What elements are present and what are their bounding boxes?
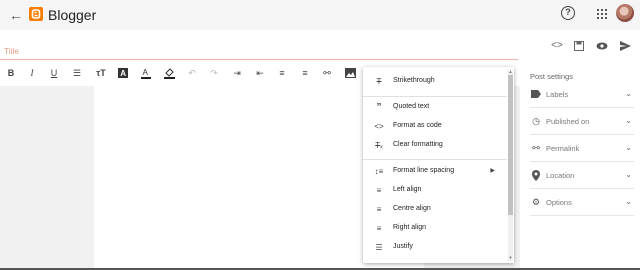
- menu-item-centre-align[interactable]: ≡ Centre align: [363, 201, 507, 219]
- settings-divider: [530, 161, 634, 162]
- html-view-icon[interactable]: <>: [549, 38, 565, 54]
- post-settings-panel: Post settings Labels ⌄ ◷ Published on ⌄ …: [520, 64, 640, 270]
- scroll-up-icon[interactable]: ▲: [508, 69, 513, 74]
- back-arrow-icon[interactable]: ←: [8, 7, 24, 23]
- settings-item-options[interactable]: ⚙ Options ⌄: [530, 192, 634, 212]
- menu-divider: [363, 159, 507, 160]
- settings-item-labels[interactable]: Labels ⌄: [530, 84, 634, 104]
- menu-item-label: Clear formatting: [393, 141, 443, 148]
- menu-item-clear-formatting[interactable]: Tₓ Clear formatting: [363, 137, 507, 155]
- menu-item-format-line-spacing[interactable]: ↕≡ Format line spacing ▶: [363, 163, 507, 181]
- chevron-down-icon: ⌄: [625, 89, 632, 98]
- menu-item-label: Right align: [393, 224, 427, 231]
- bold-icon[interactable]: B: [4, 66, 18, 80]
- menu-item-label: Strikethrough: [393, 77, 435, 84]
- settings-item-location[interactable]: Location ⌄: [530, 165, 634, 185]
- svg-text:A: A: [120, 69, 126, 78]
- underline-icon[interactable]: U: [47, 66, 61, 80]
- settings-divider: [530, 107, 634, 108]
- menu-item-strikethrough[interactable]: T Strikethrough: [363, 73, 507, 91]
- menu-item-justify[interactable]: ☰ Justify: [363, 239, 507, 257]
- numbered-list-icon[interactable]: ≡: [298, 66, 312, 80]
- bulleted-list-icon[interactable]: ≡: [275, 66, 289, 80]
- help-icon[interactable]: ?: [561, 6, 575, 20]
- font-size-icon[interactable]: τT: [94, 66, 108, 80]
- apps-grid-icon[interactable]: [597, 9, 607, 19]
- clear-format-icon: Tₓ: [375, 141, 383, 150]
- settings-item-published-on[interactable]: ◷ Published on ⌄: [530, 111, 634, 131]
- text-color-icon[interactable]: A: [139, 66, 153, 80]
- preview-eye-icon[interactable]: [594, 38, 610, 54]
- code-icon: <>: [374, 122, 384, 131]
- format-dropdown-menu: T Strikethrough ” Quoted text <> Format …: [363, 67, 514, 263]
- label-icon: [530, 88, 542, 100]
- settings-item-label: Options: [546, 198, 572, 207]
- panel-title: Post settings: [530, 72, 573, 81]
- menu-item-label: Left align: [393, 186, 422, 193]
- menu-item-label: Format as code: [393, 122, 442, 129]
- quote-icon: ”: [376, 102, 382, 113]
- app-header: ← Blogger ?: [0, 0, 640, 30]
- outdent-icon[interactable]: ⇤: [253, 66, 267, 80]
- gear-icon: ⚙: [531, 197, 541, 207]
- menu-item-label: Quoted text: [393, 103, 430, 110]
- undo-icon[interactable]: ↶: [185, 66, 199, 80]
- submenu-arrow-icon: ▶: [490, 168, 495, 174]
- svg-text:A: A: [143, 68, 149, 77]
- link-icon: ⚯: [532, 143, 540, 153]
- avatar[interactable]: [616, 4, 634, 22]
- post-title-input[interactable]: [0, 44, 518, 60]
- menu-item-label: Format line spacing: [393, 167, 455, 174]
- menu-scrollbar-thumb[interactable]: [508, 75, 513, 215]
- scroll-down-icon[interactable]: ▼: [508, 255, 513, 260]
- highlight-icon[interactable]: [162, 66, 176, 80]
- chevron-down-icon: ⌄: [625, 143, 632, 152]
- menu-item-quoted-text[interactable]: ” Quoted text: [363, 99, 507, 117]
- blogger-logo-icon: [29, 7, 43, 21]
- clock-icon: ◷: [532, 116, 540, 126]
- italic-icon[interactable]: I: [25, 66, 39, 80]
- save-icon[interactable]: [571, 38, 587, 54]
- menu-item-right-align[interactable]: ≡ Right align: [363, 220, 507, 238]
- align-right-icon: ≡: [376, 224, 382, 233]
- settings-item-label: Published on: [546, 117, 590, 126]
- align-left-icon: ≡: [376, 186, 382, 195]
- settings-item-permalink[interactable]: ⚯ Permalink ⌄: [530, 138, 634, 158]
- indent-icon[interactable]: ⇥: [230, 66, 244, 80]
- menu-divider: [363, 96, 507, 97]
- settings-item-label: Location: [546, 171, 575, 180]
- settings-divider: [530, 188, 634, 189]
- menu-item-label: Justify: [393, 243, 413, 250]
- location-pin-icon: [530, 169, 542, 181]
- align-center-icon: ≡: [376, 205, 382, 214]
- chevron-down-icon: ⌄: [625, 116, 632, 125]
- text-background-icon[interactable]: A: [116, 66, 130, 80]
- app-title: Blogger: [48, 7, 97, 23]
- settings-divider: [530, 215, 634, 216]
- strikethrough-icon: T: [376, 77, 382, 86]
- settings-item-label: Labels: [546, 90, 569, 99]
- strikethrough-bar-icon[interactable]: ☰: [70, 66, 84, 80]
- image-icon[interactable]: [343, 66, 357, 80]
- line-spacing-icon: ↕≡: [374, 167, 384, 176]
- publish-send-icon[interactable]: [617, 38, 633, 54]
- link-icon[interactable]: ⚯: [320, 66, 334, 80]
- menu-item-left-align[interactable]: ≡ Left align: [363, 182, 507, 200]
- chevron-down-icon: ⌄: [625, 197, 632, 206]
- menu-item-label: Centre align: [393, 205, 431, 212]
- menu-item-format-as-code[interactable]: <> Format as code: [363, 118, 507, 136]
- editor-left-margin: [0, 86, 94, 270]
- settings-item-label: Permalink: [546, 144, 580, 153]
- blogger-editor: ← Blogger ? <> B I U ☰ τT A A: [0, 0, 640, 270]
- justify-icon: ☰: [375, 243, 383, 252]
- settings-divider: [530, 134, 634, 135]
- chevron-down-icon: ⌄: [625, 170, 632, 179]
- redo-icon[interactable]: ↷: [207, 66, 221, 80]
